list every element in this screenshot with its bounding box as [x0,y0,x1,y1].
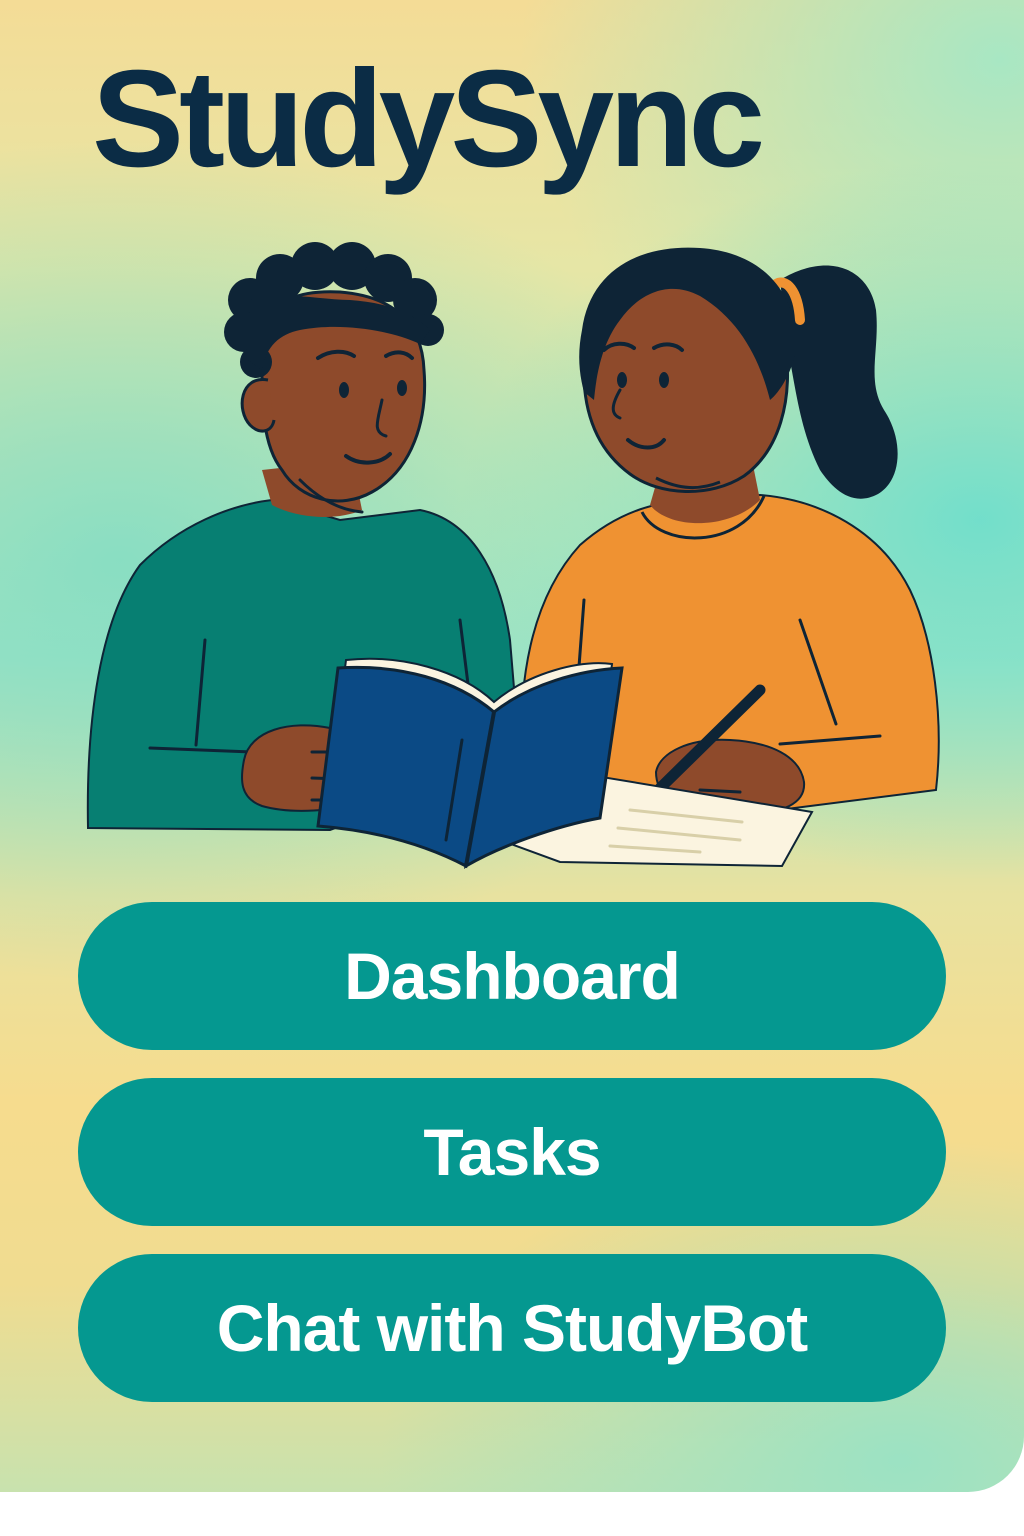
app-screen: StudySync Dashboard Tasks Chat with Stud… [0,0,1024,1492]
main-navigation: Dashboard Tasks Chat with StudyBot [78,902,946,1430]
dashboard-button-label: Dashboard [344,939,681,1013]
app-title: StudySync [92,42,765,196]
chat-with-studybot-button-label: Chat with StudyBot [216,1291,809,1365]
students-studying-illustration [86,242,940,869]
dashboard-button[interactable]: Dashboard [78,902,946,1050]
chat-with-studybot-button[interactable]: Chat with StudyBot [78,1254,946,1402]
tasks-button[interactable]: Tasks [78,1078,946,1226]
tasks-button-label: Tasks [423,1115,601,1189]
